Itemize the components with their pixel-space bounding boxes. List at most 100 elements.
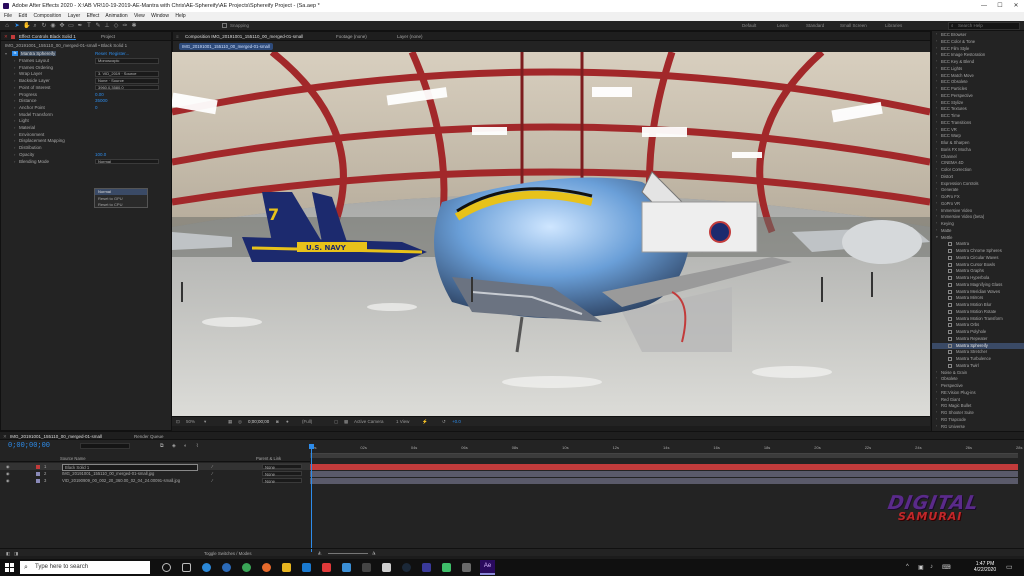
- menu-file[interactable]: File: [4, 13, 12, 19]
- zoom-level[interactable]: 50%: [186, 419, 195, 424]
- twirl-right-icon[interactable]: ›: [14, 145, 15, 150]
- pan-behind-tool-icon[interactable]: ✥: [59, 23, 65, 29]
- zoom-tool-icon[interactable]: ⌕: [32, 23, 38, 29]
- comp-flowchart-icon[interactable]: ⧉: [160, 443, 164, 449]
- work-area-bar[interactable]: [310, 454, 1018, 458]
- property-dropdown[interactable]: 3. VID_2019 · Source: [95, 71, 159, 77]
- tab-composition[interactable]: Composition IMG_20191001_155110_00_merge…: [185, 34, 303, 39]
- chevron-right-icon[interactable]: ›: [936, 370, 937, 374]
- property-dropdown[interactable]: 3960.0,3580.0: [95, 84, 159, 91]
- task-view-icon[interactable]: [182, 563, 191, 572]
- panel-menu-icon[interactable]: ≡: [176, 34, 179, 39]
- tab-effect-controls[interactable]: Effect Controls Black Solid 1: [19, 34, 76, 40]
- playhead[interactable]: [311, 444, 312, 552]
- cortana-icon[interactable]: [162, 563, 171, 572]
- fast-preview-icon[interactable]: ⚡: [422, 419, 428, 425]
- register-link[interactable]: Register...: [109, 51, 129, 56]
- layer-label-color[interactable]: [36, 471, 40, 476]
- mask-icon[interactable]: ◎: [238, 419, 242, 425]
- composition-viewer[interactable]: 7 U.S. NAVY: [172, 52, 930, 417]
- chevron-right-icon[interactable]: ›: [936, 127, 937, 131]
- rectangle-tool-icon[interactable]: ▭: [68, 23, 74, 29]
- timeline-search-input[interactable]: [80, 443, 130, 449]
- timeline-layer-row[interactable]: ◉ 3 VID_20190909_00_002_20_360.00_02_04_24…: [0, 477, 310, 484]
- layer-parent-select[interactable]: None: [262, 477, 302, 484]
- menu-animation[interactable]: Animation: [105, 13, 127, 19]
- camera-select[interactable]: Active Camera: [354, 419, 384, 424]
- effect-name[interactable]: Mantra Sphereify: [20, 50, 57, 56]
- workspace-learn[interactable]: Learn: [777, 23, 789, 28]
- expand-layer-icon[interactable]: ◧: [6, 551, 10, 557]
- layer-parent-select[interactable]: None: [262, 463, 302, 470]
- minimize-button[interactable]: —: [976, 0, 992, 12]
- chevron-right-icon[interactable]: ›: [936, 181, 937, 185]
- visibility-eye-icon[interactable]: ◉: [6, 464, 10, 469]
- reset-link[interactable]: Reset: [95, 51, 107, 56]
- chevron-right-icon[interactable]: ›: [936, 403, 937, 407]
- menu-layer[interactable]: Layer: [68, 13, 81, 19]
- puppet-tool-icon[interactable]: ✱: [131, 23, 137, 29]
- twirl-right-icon[interactable]: ›: [14, 58, 15, 63]
- chevron-right-icon[interactable]: ›: [936, 167, 937, 171]
- timeline-layer-row[interactable]: ◉ 1 Black Solid 1 ⁄ None: [0, 463, 310, 471]
- time-ruler[interactable]: 00s02s04s06s08s10s12s14s16s18s20s22s24s2…: [310, 444, 1022, 454]
- twirl-right-icon[interactable]: ›: [14, 98, 15, 103]
- chevron-right-icon[interactable]: ›: [936, 160, 937, 164]
- chevron-right-icon[interactable]: ›: [936, 410, 937, 414]
- twirl-right-icon[interactable]: ›: [14, 71, 15, 76]
- layer-switch-icon[interactable]: ⁄: [212, 478, 213, 483]
- effect-property-row[interactable]: › Backside Layer None · Source: [1, 78, 171, 85]
- chevron-right-icon[interactable]: ›: [936, 39, 937, 43]
- effect-property-row[interactable]: › Blending Mode Normal: [1, 158, 171, 166]
- effect-property-row[interactable]: › Distance 35000: [1, 98, 171, 105]
- chevron-right-icon[interactable]: ›: [936, 154, 937, 158]
- chevron-right-icon[interactable]: ›: [936, 106, 937, 110]
- popup-option-reset-cpu[interactable]: Reset to CPU: [95, 202, 147, 208]
- effect-property-row[interactable]: › Material: [1, 125, 171, 132]
- toggle-switches-modes[interactable]: Toggle Switches / Modes: [204, 551, 252, 556]
- menu-composition[interactable]: Composition: [33, 13, 61, 19]
- chevron-right-icon[interactable]: ›: [936, 214, 937, 218]
- layer-label-color[interactable]: [36, 464, 40, 469]
- effect-property-row[interactable]: › Point of Interest 3960.0,3580.0: [1, 84, 171, 92]
- chevron-right-icon[interactable]: ›: [936, 390, 937, 394]
- visibility-eye-icon[interactable]: ◉: [6, 478, 10, 483]
- region-icon[interactable]: ▢: [334, 419, 338, 425]
- layer-duration-bar[interactable]: [310, 470, 1018, 477]
- tab-footage[interactable]: Footage (none): [336, 34, 367, 39]
- fx-badge-icon[interactable]: fx: [12, 50, 18, 56]
- property-dropdown[interactable]: None · Source: [95, 78, 159, 84]
- effect-property-row[interactable]: › Environment: [1, 132, 171, 139]
- system-clock[interactable]: 1:47 PM 4/22/2020: [970, 561, 1000, 573]
- expand-transfer-icon[interactable]: ◨: [14, 551, 18, 557]
- chevron-right-icon[interactable]: ›: [936, 46, 937, 50]
- workspace-libraries[interactable]: Libraries: [885, 23, 902, 28]
- layer-duration-bar[interactable]: [310, 477, 1018, 484]
- eraser-tool-icon[interactable]: ◇: [113, 23, 119, 29]
- chevron-right-icon[interactable]: ›: [936, 174, 937, 178]
- property-dropdown[interactable]: Monoscopic: [95, 58, 159, 64]
- motion-blur-icon[interactable]: ◐: [184, 443, 187, 449]
- menu-window[interactable]: Window: [151, 13, 169, 19]
- chevron-right-icon[interactable]: ›: [936, 140, 937, 144]
- effect-property-row[interactable]: › Model Transform: [1, 112, 171, 119]
- layer-parent-select[interactable]: None: [262, 470, 302, 477]
- close-tab-icon[interactable]: ✕: [3, 434, 7, 440]
- workspace-standard[interactable]: Standard: [806, 23, 824, 28]
- graph-editor-icon[interactable]: ⌇: [196, 443, 198, 449]
- effect-property-row[interactable]: › Wrap Layer 3. VID_2019 · Source: [1, 71, 171, 78]
- composition-breadcrumb[interactable]: IMG_20191001_155110_00_merged-01-small: [179, 43, 273, 50]
- mail-icon[interactable]: [342, 563, 351, 572]
- volume-icon[interactable]: ♪: [930, 564, 933, 570]
- workspace-default[interactable]: Default: [742, 23, 756, 28]
- twirl-right-icon[interactable]: ›: [14, 112, 15, 117]
- chrome-icon[interactable]: [242, 563, 251, 572]
- chevron-right-icon[interactable]: ›: [936, 66, 937, 70]
- text-tool-icon[interactable]: T: [86, 23, 92, 29]
- chevron-right-icon[interactable]: ›: [936, 52, 937, 56]
- draft-3d-icon[interactable]: ◈: [172, 443, 176, 449]
- property-value[interactable]: 35000: [95, 98, 108, 103]
- chevron-right-icon[interactable]: ›: [936, 376, 937, 380]
- edge-icon[interactable]: [202, 563, 211, 572]
- resolution-select[interactable]: (Full): [302, 419, 312, 424]
